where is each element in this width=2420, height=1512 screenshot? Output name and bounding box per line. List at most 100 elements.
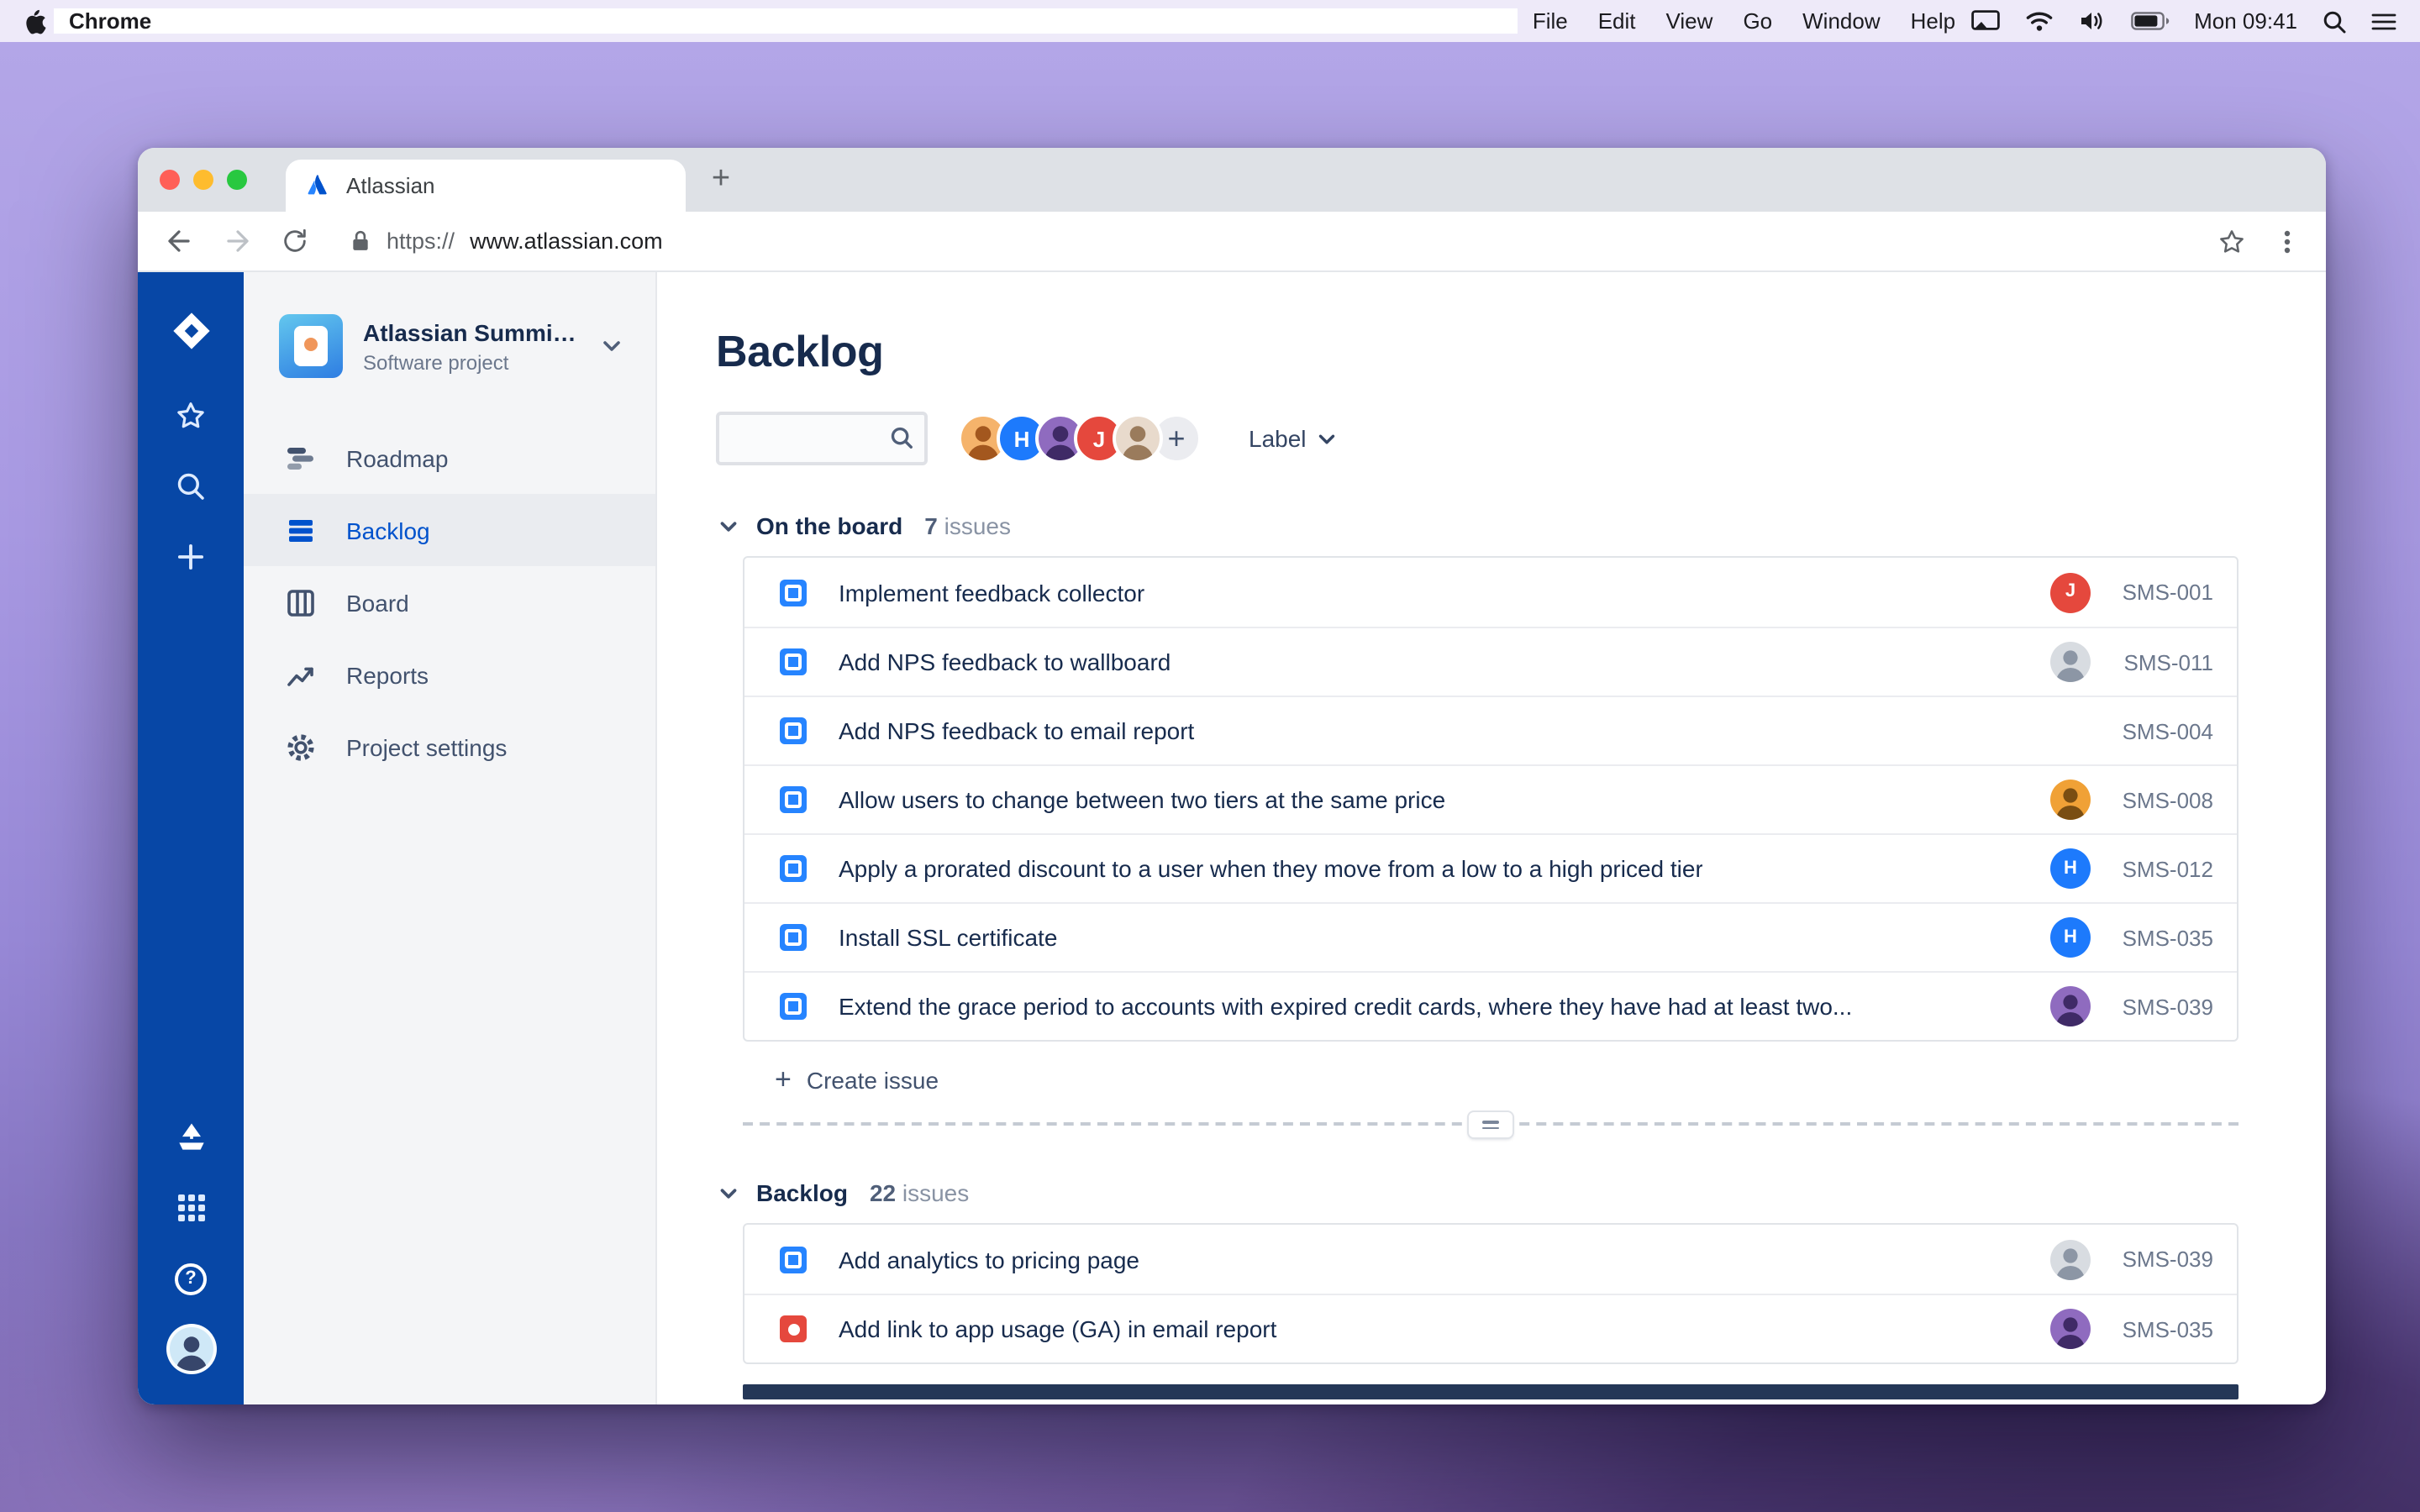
issue-key: SMS-039 [2122,994,2213,1019]
assignee-avatar[interactable] [2050,1309,2091,1349]
backlog-page: Backlog H J + Label On the board 7 issue… [657,272,2326,1404]
back-button[interactable] [163,225,195,257]
search-icon[interactable] [157,450,224,521]
issue-row[interactable]: Implement feedback collector J SMS-001 [744,558,2237,627]
assignee-avatar[interactable] [2050,986,2091,1026]
issue-row[interactable]: Add analytics to pricing page SMS-039 [744,1225,2237,1294]
issue-title: Add NPS feedback to email report [839,717,1195,744]
user-avatar[interactable] [1113,413,1163,464]
issue-count: 7 [924,512,938,539]
issue-search [716,412,928,465]
sidebar-item-project-settings[interactable]: Project settings [244,711,655,783]
bug-icon [780,1315,807,1342]
apple-logo-icon[interactable] [24,8,47,34]
reload-button[interactable] [281,227,309,255]
new-tab-button[interactable]: + [699,158,743,202]
menu-item-chrome[interactable]: Chrome [54,8,1518,34]
browser-tab-strip: Atlassian + [138,148,2326,212]
project-name: Atlassian Summit... [363,318,578,345]
menu-bar-clock[interactable]: Mon 09:41 [2194,8,2297,34]
sidebar-item-label: Roadmap [346,444,449,471]
help-icon[interactable]: ? [157,1243,224,1314]
search-magnifier-icon [889,425,914,450]
issue-key: SMS-008 [2122,787,2213,812]
browser-window: Atlassian + https:// www.atlassian.com ?… [138,148,2326,1404]
profile-avatar[interactable] [157,1314,224,1384]
browser-tab[interactable]: Atlassian [286,160,686,212]
story-icon [780,717,807,744]
section-title[interactable]: On the board [756,512,902,539]
minimize-window-button[interactable] [193,170,213,190]
assignee-avatar[interactable]: J [2050,572,2091,612]
sidebar-item-reports[interactable]: Reports [244,638,655,711]
starred-icon[interactable] [157,380,224,450]
menu-item-help[interactable]: Help [1896,8,1971,34]
assignee-avatar[interactable] [2050,780,2091,820]
label-filter-dropdown[interactable]: Label [1249,425,1340,452]
sidebar-item-roadmap[interactable]: Roadmap [244,422,655,494]
issue-title: Apply a prorated discount to a user when… [839,855,1703,882]
drag-handle[interactable] [1469,1112,1512,1137]
issue-title: Install SSL certificate [839,924,1058,951]
menu-item-file[interactable]: File [1518,8,1583,34]
wifi-icon[interactable] [2024,10,2053,32]
issue-row[interactable]: Extend the grace period to accounts with… [744,971,2237,1040]
issue-key: SMS-001 [2122,580,2213,605]
assignee-avatar[interactable]: H [2050,848,2091,889]
screen-mirroring-icon[interactable] [1970,10,1999,32]
browser-menu-icon[interactable] [2274,228,2301,255]
issue-row[interactable]: Apply a prorated discount to a user when… [744,833,2237,902]
create-icon[interactable] [157,521,224,591]
menu-item-edit[interactable]: Edit [1583,8,1651,34]
issue-row[interactable]: Allow users to change between two tiers … [744,764,2237,833]
collapse-chevron-icon[interactable] [716,1180,741,1205]
section-title[interactable]: Backlog [756,1179,848,1206]
page-title: Backlog [716,326,884,376]
assignee-avatar[interactable] [2050,642,2091,682]
atlassian-favicon [306,173,331,198]
chevron-down-icon[interactable] [598,333,625,360]
issue-row[interactable]: Add link to app usage (GA) in email repo… [744,1294,2237,1362]
issue-row[interactable]: Add NPS feedback to email report SMS-004 [744,696,2237,764]
ship-icon[interactable] [157,1102,224,1173]
zoom-window-button[interactable] [227,170,247,190]
issue-title: Add link to app usage (GA) in email repo… [839,1315,1277,1342]
sidebar-item-backlog[interactable]: Backlog [244,494,655,566]
bookmark-star-icon[interactable] [2217,226,2247,256]
assignee-avatar[interactable]: H [2050,917,2091,958]
macos-menu-bar: Chrome File Edit View Go Window Help Mon… [0,0,2420,42]
issue-row[interactable]: Add NPS feedback to wallboard SMS-011 [744,627,2237,696]
partially-visible-issue-row[interactable] [743,1384,2238,1399]
volume-icon[interactable] [2078,10,2105,32]
jira-logo[interactable] [157,296,224,366]
address-bar[interactable]: https:// www.atlassian.com [350,228,663,254]
reports-icon [282,658,319,691]
issue-row[interactable]: Install SSL certificate H SMS-035 [744,902,2237,971]
padlock-icon [350,228,371,254]
project-type: Software project [363,350,509,374]
create-issue-button[interactable]: + Create issue [743,1052,2238,1109]
sidebar-item-label: Reports [346,661,429,688]
app-switcher-icon[interactable] [157,1173,224,1243]
menu-item-window[interactable]: Window [1787,8,1896,34]
spotlight-icon[interactable] [2323,9,2346,33]
collapse-chevron-icon[interactable] [716,513,741,538]
issue-key: SMS-004 [2122,718,2213,743]
section-header-backlog: Backlog 22 issues [716,1179,2238,1206]
issue-key: SMS-035 [2122,925,2213,950]
assignee-avatar[interactable] [2050,1239,2091,1279]
section-header-on-the-board: On the board 7 issues [716,512,2238,539]
sidebar-item-board[interactable]: Board [244,566,655,638]
backlog-icon [282,513,319,547]
battery-icon[interactable] [2130,12,2169,30]
project-switcher[interactable]: Atlassian Summit... Software project [244,314,655,378]
menu-item-view[interactable]: View [1651,8,1728,34]
close-window-button[interactable] [160,170,180,190]
issue-title: Allow users to change between two tiers … [839,786,1446,813]
menu-item-go[interactable]: Go [1728,8,1787,34]
settings-gear-icon [282,730,319,764]
forward-button[interactable] [222,225,254,257]
story-icon [780,579,807,606]
control-center-icon[interactable] [2371,11,2396,31]
issue-key: SMS-035 [2122,1316,2213,1341]
